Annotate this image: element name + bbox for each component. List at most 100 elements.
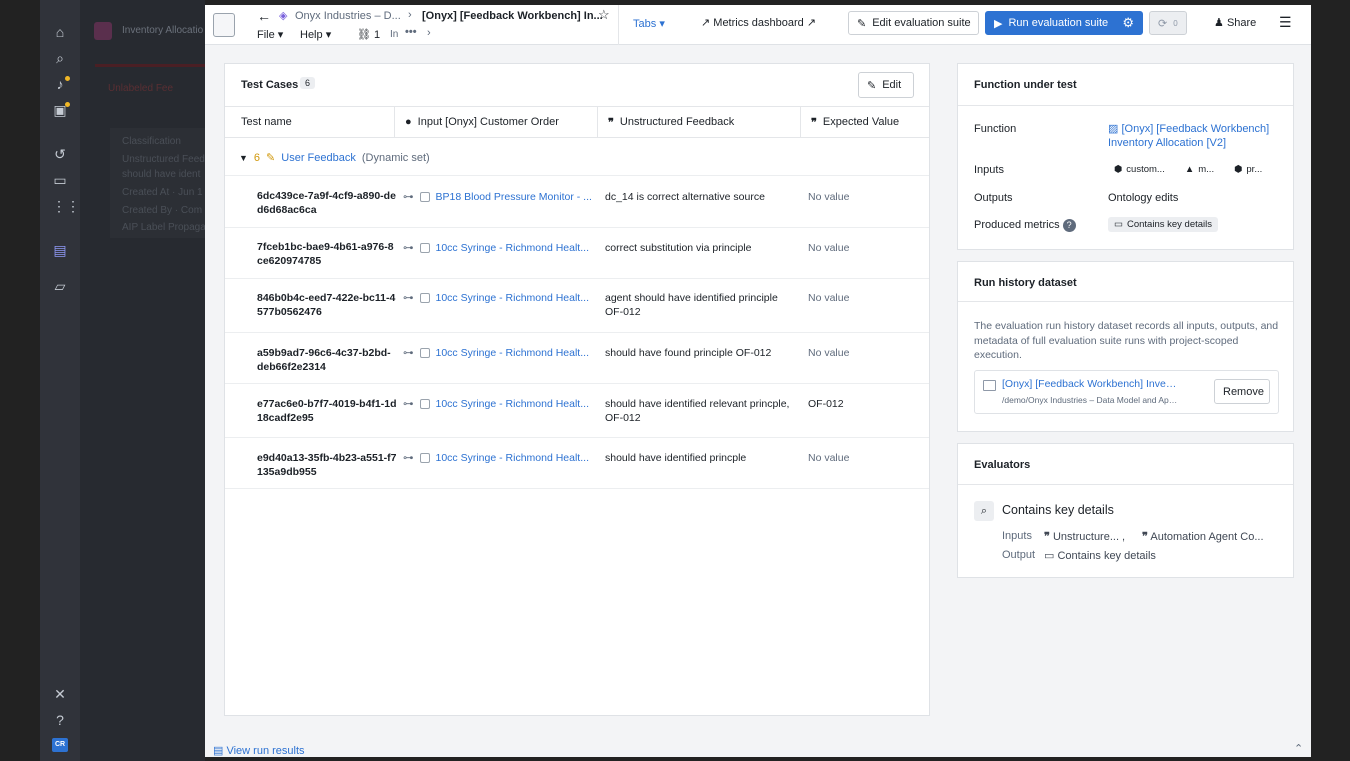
table-row[interactable]: 6dc439ce-7a9f-4cf9-a890-ded6d68ac6ca ⊶ BP… xyxy=(225,175,929,227)
caret-icon: ▾ xyxy=(325,29,332,41)
object-icon xyxy=(419,243,430,253)
input-cell[interactable]: ⊶ 10cc Syringe - Richmond Healt... xyxy=(403,451,595,465)
star-icon[interactable]: ☆ xyxy=(598,7,610,23)
back-arrow-icon[interactable]: ← xyxy=(257,8,271,24)
input-chip[interactable]: ▲ m... xyxy=(1179,162,1220,177)
function-link[interactable]: ▨ [Onyx] [Feedback Workbench] xyxy=(1108,122,1269,135)
table-row[interactable]: e77ac6e0-b7f7-4019-b4f1-1d18cadf2e95 ⊶ 10… xyxy=(225,383,929,437)
expected-cell: OF-012 xyxy=(808,398,844,410)
column-header-feedback[interactable]: ❞ Unstructured Feedback xyxy=(598,106,801,138)
link-icon: ⊶ xyxy=(403,398,414,410)
group-row[interactable]: ▼ 6 ✎ User Feedback (Dynamic set) xyxy=(239,151,430,165)
column-label: Input [Onyx] Customer Order xyxy=(417,116,559,128)
table-row[interactable]: a59b9ad7-96c6-4c37-b2bd-deb66f2e2314 ⊶ 10… xyxy=(225,332,929,383)
external-arrow-icon: ↗ xyxy=(806,17,817,29)
help-icon[interactable]: ? xyxy=(52,712,68,728)
link-icon: ⊶ xyxy=(403,452,414,464)
object-icon xyxy=(419,399,430,409)
input-chip[interactable]: ⬢ custom... xyxy=(1108,162,1171,177)
input-link[interactable]: 10cc Syringe - Richmond Healt... xyxy=(436,291,589,305)
expected-cell: No value xyxy=(808,191,850,203)
evaluator-input-2-label: Automation Agent Co... xyxy=(1150,531,1264,543)
input-link[interactable]: 10cc Syringe - Richmond Healt... xyxy=(436,397,589,411)
run-history-description: The evaluation run history dataset recor… xyxy=(974,320,1279,361)
help-icon[interactable]: ? xyxy=(1062,219,1076,232)
evaluator-inputs-label: Inputs xyxy=(1002,530,1032,542)
input-chip[interactable]: ⬢ pr... xyxy=(1228,162,1268,177)
search-icon[interactable]: ⌕ xyxy=(52,50,68,66)
background-divider xyxy=(95,64,205,67)
menu-help[interactable]: Help ▾ xyxy=(300,28,331,41)
notification-dot xyxy=(65,102,70,107)
workbench-icon[interactable]: ▤ xyxy=(52,242,68,258)
expected-cell: No value xyxy=(808,452,850,464)
refresh-count: 0 xyxy=(1173,18,1178,28)
dataset-item[interactable]: [Onyx] [Feedback Workbench] Inventory ..… xyxy=(974,370,1279,414)
column-header-input[interactable]: ● Input [Onyx] Customer Order xyxy=(395,106,598,138)
table-row[interactable]: e9d40a13-35fb-4b23-a551-f7135a9db955 ⊶ 10… xyxy=(225,437,929,489)
caret-down-icon: ▼ xyxy=(239,152,248,163)
feedback-cell: agent should have identified principle O… xyxy=(605,292,778,318)
apps-grid-icon[interactable]: ⋮⋮ xyxy=(52,198,80,214)
share-button[interactable]: ♟ Share xyxy=(1214,16,1256,29)
function-name-line2[interactable]: Inventory Allocation [V2] xyxy=(1108,137,1226,149)
input-cell[interactable]: ⊶ 10cc Syringe - Richmond Healt... xyxy=(403,346,595,360)
evaluator-name[interactable]: Contains key details xyxy=(1002,503,1114,517)
network-icon[interactable]: ✕ xyxy=(52,686,68,702)
page-title: [Onyx] [Feedback Workbench] In... xyxy=(422,10,603,22)
node-count[interactable]: ⛓ 1 xyxy=(357,28,380,41)
view-run-results-link[interactable]: ▤ View run results xyxy=(213,744,305,757)
graph-icon: ⛓ xyxy=(357,29,371,41)
app-logo-icon xyxy=(94,22,112,40)
metric-chip[interactable]: ▭ Contains key details xyxy=(1108,217,1219,232)
tabs-dropdown[interactable]: Tabs ▾ xyxy=(633,17,665,30)
input-chip-label: m... xyxy=(1198,164,1215,175)
history-icon[interactable]: ↺ xyxy=(52,146,68,162)
input-cell[interactable]: ⊶ 10cc Syringe - Richmond Healt... xyxy=(403,397,595,411)
breadcrumb-parent[interactable]: Onyx Industries – D... xyxy=(295,10,401,22)
edit-suite-label: Edit evaluation suite xyxy=(872,17,971,29)
files-icon[interactable]: ▱ xyxy=(52,278,68,294)
input-link[interactable]: 10cc Syringe - Richmond Healt... xyxy=(436,346,589,360)
edit-test-cases-button[interactable]: ✎ Edit xyxy=(858,72,914,98)
folder-icon[interactable]: ▭ xyxy=(52,172,68,188)
menu-file[interactable]: File ▾ xyxy=(257,28,283,41)
caret-icon: ▾ xyxy=(659,18,665,30)
more-icon[interactable]: ••• xyxy=(405,26,417,38)
input-link[interactable]: 10cc Syringe - Richmond Healt... xyxy=(436,451,589,465)
background-text: AIP Label Propaga xyxy=(122,222,206,233)
pencil-icon: ✎ xyxy=(857,17,867,30)
feedback-cell: correct substitution via principle xyxy=(605,242,752,254)
input-cell[interactable]: ⊶ 10cc Syringe - Richmond Healt... xyxy=(403,241,595,255)
input-link[interactable]: BP18 Blood Pressure Monitor - ... xyxy=(436,190,592,204)
group-name[interactable]: User Feedback xyxy=(281,152,356,164)
remove-button[interactable]: Remove xyxy=(1214,379,1270,404)
feedback-cell: should have identified relevant princple… xyxy=(605,398,790,424)
input-cell[interactable]: ⊶ BP18 Blood Pressure Monitor - ... xyxy=(403,190,595,204)
refresh-icon: ⟳ xyxy=(1158,17,1168,30)
function-under-test-title: Function under test xyxy=(974,79,1077,91)
column-header-test-name[interactable]: Test name xyxy=(225,106,395,138)
chevron-up-icon[interactable]: ⌃ xyxy=(1294,742,1303,755)
background-text: Classification xyxy=(122,136,181,147)
dataset-name[interactable]: [Onyx] [Feedback Workbench] Inventory ..… xyxy=(1002,378,1180,390)
chevron-right-icon: › xyxy=(427,27,431,39)
test-name: 7fceb1bc-bae9-4b61-a976-8ce620974785 xyxy=(257,241,394,267)
input-link[interactable]: 10cc Syringe - Richmond Healt... xyxy=(436,241,589,255)
input-cell[interactable]: ⊶ 10cc Syringe - Richmond Healt... xyxy=(403,291,595,305)
table-row[interactable]: 7fceb1bc-bae9-4b61-a976-8ce620974785 ⊶ 10… xyxy=(225,227,929,278)
home-icon[interactable]: ⌂ xyxy=(52,24,68,40)
expected-cell: No value xyxy=(808,242,850,254)
run-evaluation-suite-button[interactable]: ▶ Run evaluation suite ⚙ xyxy=(985,11,1143,35)
table-icon: ▤ xyxy=(213,745,224,757)
refresh-button[interactable]: ⟳ 0 xyxy=(1149,11,1187,35)
node-count-value: 1 xyxy=(374,29,381,41)
table-row[interactable]: 846b0b4c-eed7-422e-bc11-4577b0562476 ⊶ 10… xyxy=(225,278,929,332)
produced-metrics-text: Produced metrics xyxy=(974,219,1060,231)
list-icon[interactable]: ☰ xyxy=(1279,14,1292,31)
column-header-expected[interactable]: ❞ Expected Value xyxy=(801,106,929,138)
gear-icon[interactable]: ⚙ xyxy=(1122,15,1134,31)
edit-evaluation-suite-button[interactable]: ✎ Edit evaluation suite xyxy=(848,11,979,35)
avatar[interactable]: CR xyxy=(52,738,68,752)
metrics-dashboard-link[interactable]: ↗ Metrics dashboard ↗ xyxy=(701,16,816,29)
